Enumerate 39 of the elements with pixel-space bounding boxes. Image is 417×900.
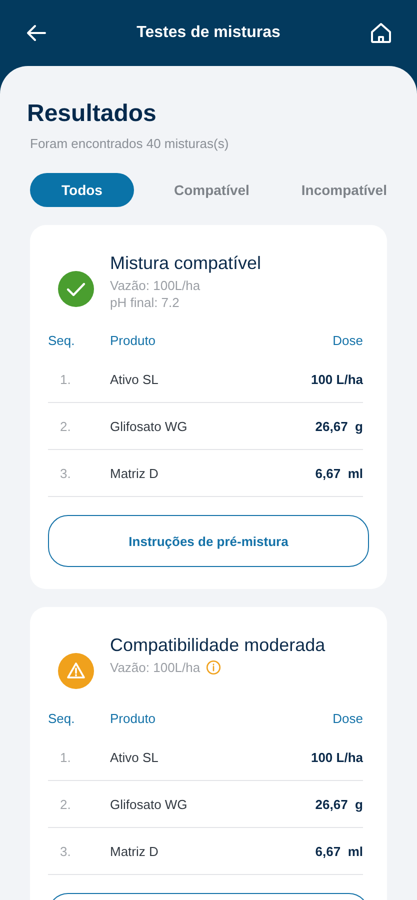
column-header: Seq.: [48, 333, 76, 348]
result-detail: Vazão: 100L/ha: [110, 277, 200, 294]
dose-value: 100 L/ha: [310, 372, 363, 386]
premix-instructions-button[interactable]: Instruções de pré-mistura: [48, 515, 369, 567]
sequence-number: 1.: [59, 750, 72, 764]
product-name: Ativo SL: [109, 372, 160, 386]
page-heading: Resultados: [27, 100, 158, 128]
dose-value: 26,67 g: [315, 418, 363, 434]
product-name: Matriz D: [109, 466, 160, 480]
filter-tab[interactable]: Todos: [30, 173, 134, 207]
sequence-number: 3.: [59, 844, 72, 858]
sequence-number: 3.: [59, 466, 72, 480]
filter-tab[interactable]: Compatível: [162, 173, 262, 207]
column-header: Produto: [109, 711, 157, 726]
product-name: Matriz D: [109, 844, 160, 858]
screen-title: Testes de misturas: [136, 24, 280, 42]
result-detail: Vazão: 100L/ha: [110, 659, 200, 676]
result-title: Compatibilidade moderada: [110, 635, 326, 656]
filter-tab[interactable]: Incompatível: [289, 173, 399, 207]
dose-value: 26,67 g: [315, 796, 363, 812]
product-name: Ativo SL: [109, 750, 160, 764]
column-header: Dose: [332, 711, 363, 726]
results-count: Foram encontrados 40 misturas(s): [30, 136, 230, 151]
dose-value: 6,67 ml: [315, 844, 363, 858]
home-icon[interactable]: [368, 21, 393, 45]
column-header: Seq.: [48, 711, 76, 726]
sequence-number: 1.: [59, 372, 72, 386]
column-header: Dose: [332, 333, 363, 348]
dose-value: 6,67 ml: [315, 466, 363, 480]
product-name: Glifosato WG: [109, 796, 188, 812]
result-detail: pH final: 7.2: [110, 294, 180, 311]
column-header: Produto: [109, 333, 157, 348]
dose-value: 100 L/ha: [310, 750, 363, 764]
warning-circle-icon: [58, 653, 94, 689]
sequence-number: 2.: [59, 796, 72, 812]
check-circle-icon: [58, 271, 94, 307]
result-title: Mistura compatível: [110, 253, 262, 274]
product-name: Glifosato WG: [109, 418, 188, 434]
sequence-number: 2.: [59, 418, 72, 434]
